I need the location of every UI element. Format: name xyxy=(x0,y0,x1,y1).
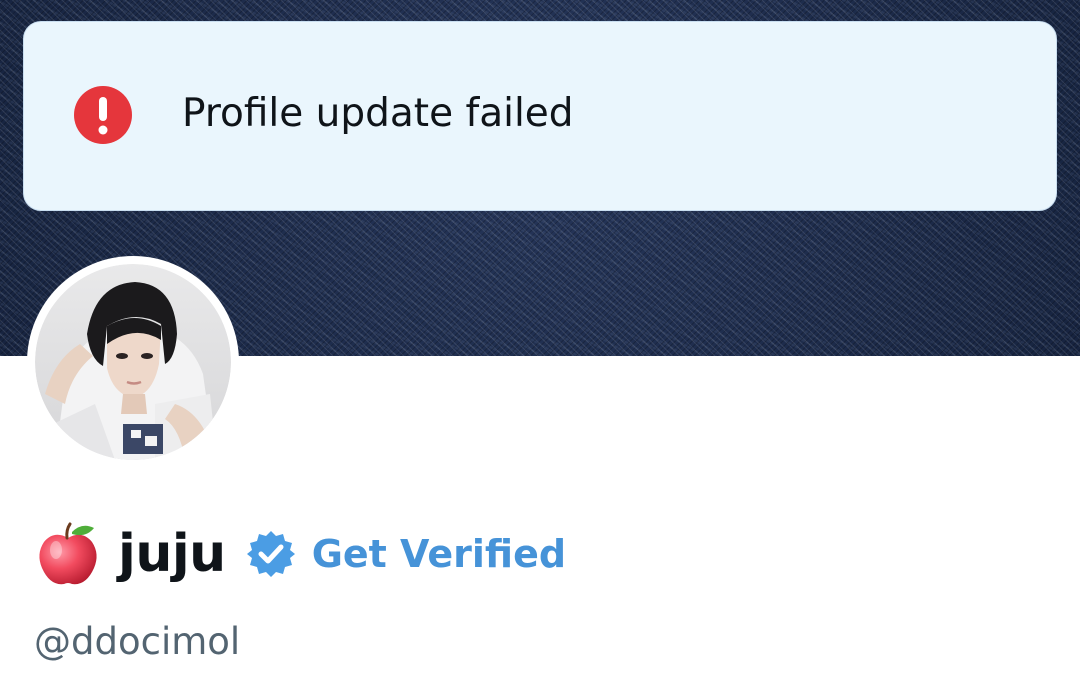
error-exclamation-icon xyxy=(72,84,134,146)
display-name: juju xyxy=(118,524,226,584)
toast-message: Profile update failed xyxy=(182,91,574,136)
profile-name-row: juju Get Verified xyxy=(34,518,566,590)
apple-emoji-icon xyxy=(39,522,97,585)
profile-page: Profile update failed juju Get Verified … xyxy=(0,0,1080,679)
avatar[interactable] xyxy=(27,256,239,468)
get-verified-link[interactable]: Get Verified xyxy=(312,530,566,578)
profile-handle: @ddocimol xyxy=(34,620,241,663)
avatar-photo xyxy=(35,264,231,460)
verified-badge-icon[interactable] xyxy=(246,529,296,579)
error-toast: Profile update failed xyxy=(23,21,1057,211)
